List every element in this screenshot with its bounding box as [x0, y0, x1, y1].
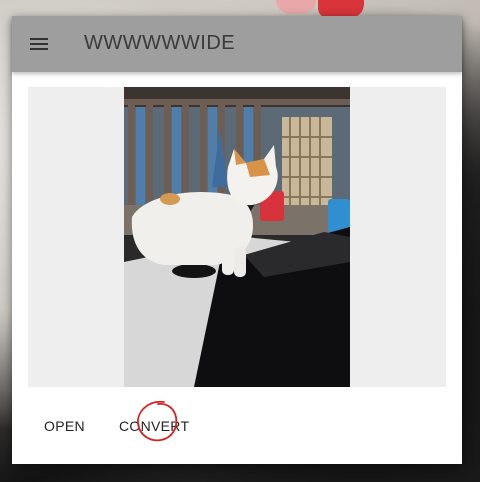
preview-image: [124, 87, 350, 387]
convert-button[interactable]: CONVERT: [113, 410, 195, 442]
image-preview-area: [28, 87, 446, 387]
background-detail: [276, 0, 316, 14]
toolbar: WWWWWWIDE: [12, 16, 462, 72]
app-window: WWWWWWIDE OPEN CONVERT: [12, 16, 462, 464]
action-bar: OPEN CONVERT: [12, 404, 462, 448]
app-title: WWWWWWIDE: [84, 32, 236, 54]
hamburger-menu-icon[interactable]: [26, 32, 52, 56]
open-button[interactable]: OPEN: [38, 410, 91, 442]
